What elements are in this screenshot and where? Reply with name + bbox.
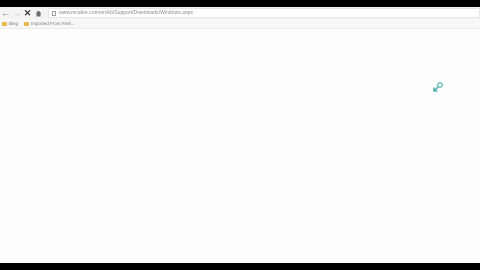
forward-arrow-icon: → xyxy=(12,7,21,18)
back-button[interactable]: ← xyxy=(0,8,11,19)
bookmark-label: Bing xyxy=(9,21,19,26)
address-bar-url: www.mcafee.com/en/kb/Support/Downloads/W… xyxy=(59,10,193,16)
page-icon xyxy=(52,10,56,16)
bookmarks-bar: Bing Imported From Firef... xyxy=(0,19,480,29)
folder-icon xyxy=(2,21,7,26)
home-button[interactable] xyxy=(33,8,44,19)
bookmark-label: Imported From Firef... xyxy=(31,21,75,26)
address-bar[interactable]: www.mcafee.com/en/kb/Support/Downloads/W… xyxy=(48,8,480,18)
stop-icon: ✕ xyxy=(23,7,32,18)
home-icon xyxy=(35,10,42,16)
forward-button[interactable]: → xyxy=(11,8,22,19)
back-arrow-icon: ← xyxy=(1,7,10,18)
browser-toolbar: ← → ✕ www.mcafee.com/en/kb/Support/Downl… xyxy=(0,7,480,19)
bookmark-imported-from-firefox[interactable]: Imported From Firef... xyxy=(24,21,75,26)
stop-button[interactable]: ✕ xyxy=(22,8,33,19)
loading-indicator-icon xyxy=(433,82,443,92)
bookmark-bing[interactable]: Bing xyxy=(2,21,18,26)
folder-icon xyxy=(24,21,30,26)
page-content xyxy=(0,29,480,263)
browser-window: ← → ✕ www.mcafee.com/en/kb/Support/Downl… xyxy=(0,7,480,263)
